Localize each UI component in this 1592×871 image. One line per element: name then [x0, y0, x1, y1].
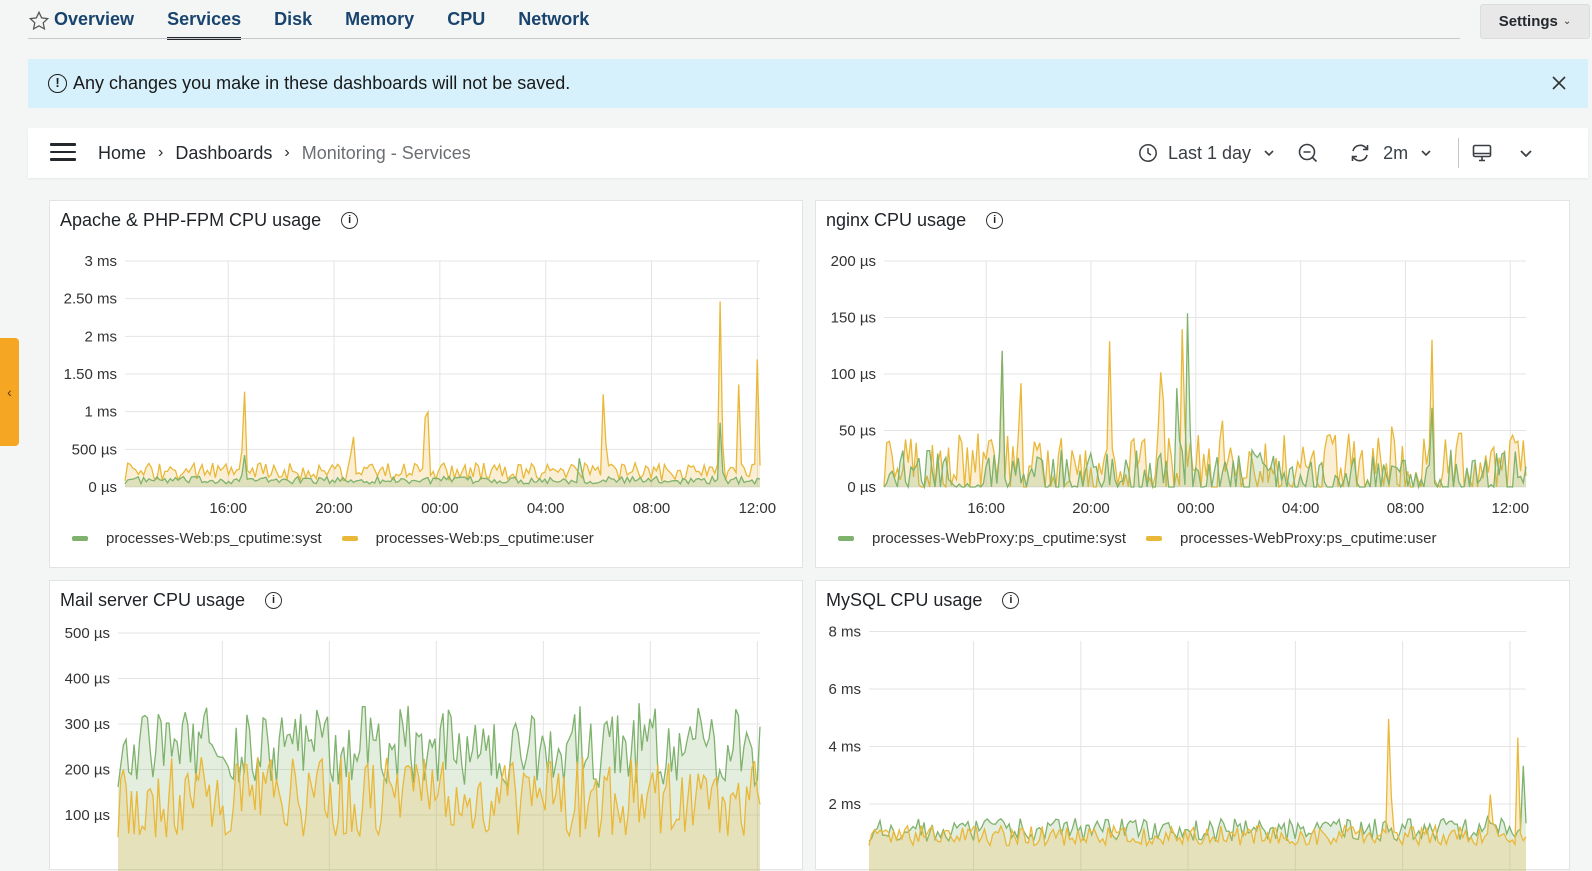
y-tick-label: 150 µs: [831, 310, 876, 327]
chevron-down-icon[interactable]: [1519, 146, 1533, 160]
star-icon[interactable]: [28, 10, 50, 32]
panel-mail-cpu: Mail server CPU usage i 100 µs 200 µs 300 µ…: [49, 580, 803, 871]
y-tick-label: 500 µs: [65, 625, 110, 642]
banner-text: Any changes you make in these dashboards…: [73, 73, 571, 93]
nav-divider: [28, 38, 1460, 39]
panel-chart: 2 ms 4 ms 6 ms 8 ms: [828, 624, 1527, 871]
close-icon[interactable]: [1548, 72, 1570, 94]
y-tick-label: 4 ms: [828, 739, 861, 756]
panel-apache-cpu: Apache & PHP-FPM CPU usage i 0 µs 500 µs 1 …: [49, 200, 803, 568]
time-range-picker[interactable]: Last 1 day: [1168, 143, 1251, 164]
x-tick-label: 12:00: [739, 500, 777, 517]
toolbar-divider: [1458, 138, 1460, 168]
breadcrumb-dashboards[interactable]: Dashboards: [175, 143, 272, 164]
dashboard-toolbar: Home › Dashboards › Monitoring - Service…: [28, 128, 1588, 178]
legend-item-user[interactable]: processes-WebProxy:ps_cputime:user: [1145, 530, 1437, 547]
breadcrumb-separator: ›: [284, 144, 290, 161]
y-tick-label: 2 ms: [84, 328, 117, 345]
legend-swatch: [1145, 536, 1162, 541]
y-tick-label: 2.50 ms: [64, 291, 117, 308]
chevron-down-icon[interactable]: [1420, 147, 1432, 159]
top-nav: Overview Services Disk Memory CPU Networ…: [0, 0, 1592, 42]
legend-swatch: [341, 536, 358, 541]
legend-item-syst[interactable]: processes-WebProxy:ps_cputime:syst: [838, 530, 1126, 547]
y-tick-label: 300 µs: [65, 716, 110, 733]
legend-label: processes-Web:ps_cputime:syst: [106, 530, 322, 547]
tab-overview[interactable]: Overview: [54, 0, 134, 40]
y-tick-label: 2 ms: [828, 796, 861, 813]
breadcrumb-separator: ›: [158, 144, 164, 161]
series-area-user: [125, 301, 760, 487]
panel-chart: 0 µs 500 µs 1 ms 1.50 ms 2 ms 2.50 ms 3 ms 16:0…: [64, 253, 777, 517]
breadcrumb-current: Monitoring - Services: [301, 142, 471, 163]
y-tick-label: 500 µs: [72, 441, 117, 458]
y-tick-label: 1 ms: [84, 404, 117, 421]
legend-label: processes-WebProxy:ps_cputime:syst: [872, 530, 1126, 547]
chart-legend: processes-Web:ps_cputime:syst processes-…: [72, 530, 614, 547]
notice-banner: ! Any changes you make in these dashboar…: [28, 59, 1588, 108]
tab-cpu[interactable]: CPU: [447, 0, 485, 40]
x-tick-label: 20:00: [315, 500, 353, 517]
panel-chart: 0 µs 50 µs 100 µs 150 µs 200 µs 16:00 20:00 00:…: [831, 253, 1530, 517]
x-tick-label: 20:00: [1072, 500, 1110, 517]
chevron-left-icon: ‹: [7, 384, 12, 400]
x-tick-label: 00:00: [421, 500, 459, 517]
legend-swatch: [838, 536, 854, 541]
y-tick-label: 200 µs: [65, 762, 110, 779]
clock-icon[interactable]: [1138, 143, 1158, 163]
legend-item-syst[interactable]: processes-Web:ps_cputime:syst: [72, 530, 322, 547]
tab-network[interactable]: Network: [518, 0, 589, 40]
y-tick-label: 8 ms: [828, 624, 861, 641]
series-area-user: [869, 718, 1526, 871]
tab-services[interactable]: Services: [167, 0, 242, 40]
refresh-interval[interactable]: 2m: [1383, 143, 1408, 164]
y-tick-label: 1.50 ms: [64, 366, 117, 383]
breadcrumb-home[interactable]: Home: [98, 143, 146, 164]
tab-memory[interactable]: Memory: [345, 0, 414, 40]
y-tick-label: 6 ms: [828, 681, 861, 698]
time-controls: Last 1 day 2m: [1138, 128, 1533, 178]
x-tick-label: 12:00: [1492, 500, 1530, 517]
chart-legend: processes-WebProxy:ps_cputime:syst proce…: [838, 530, 1456, 547]
series-line-user: [124, 301, 761, 482]
monitor-icon[interactable]: [1471, 142, 1493, 164]
x-tick-label: 16:00: [967, 500, 1005, 517]
settings-label: Settings: [1498, 13, 1558, 30]
refresh-icon[interactable]: [1349, 142, 1371, 164]
legend-label: processes-WebProxy:ps_cputime:user: [1179, 530, 1437, 547]
y-tick-label: 0 µs: [847, 479, 876, 496]
y-tick-label: 200 µs: [831, 253, 876, 270]
legend-swatch: [72, 536, 88, 541]
tab-disk[interactable]: Disk: [274, 0, 312, 40]
y-tick-label: 50 µs: [839, 423, 876, 440]
x-tick-label: 08:00: [633, 500, 671, 517]
chevron-down-icon[interactable]: [1263, 147, 1275, 159]
info-icon: !: [48, 74, 67, 93]
panel-nginx-cpu: nginx CPU usage i 0 µs 50 µs 100 µs 150 µs 20…: [815, 200, 1570, 568]
x-tick-label: 16:00: [209, 500, 247, 517]
x-tick-label: 08:00: [1387, 500, 1425, 517]
x-tick-label: 04:00: [1282, 500, 1320, 517]
nav-tabs: Overview Services Disk Memory CPU Networ…: [54, 0, 622, 40]
x-tick-label: 04:00: [527, 500, 565, 517]
y-tick-label: 3 ms: [84, 253, 117, 270]
y-tick-label: 100 µs: [65, 807, 110, 824]
y-tick-label: 100 µs: [831, 366, 876, 383]
y-tick-label: 0 µs: [88, 479, 117, 496]
legend-label: processes-Web:ps_cputime:user: [375, 530, 594, 547]
panel-mysql-cpu: MySQL CPU usage i 2 ms 4 ms 6 ms 8 ms: [815, 580, 1570, 871]
y-tick-label: 400 µs: [65, 671, 110, 688]
panel-chart: 100 µs 200 µs 300 µs 400 µs 500 µs: [65, 625, 761, 871]
settings-button[interactable]: Settings ⌄: [1480, 4, 1590, 39]
x-tick-label: 00:00: [1177, 500, 1215, 517]
breadcrumb: Home › Dashboards › Monitoring - Service…: [98, 128, 471, 178]
menu-icon[interactable]: [50, 143, 76, 163]
sidebar-toggle[interactable]: ‹: [0, 338, 19, 446]
zoom-out-icon[interactable]: [1297, 142, 1319, 164]
chevron-down-icon: ⌄: [1562, 16, 1572, 27]
legend-item-user[interactable]: processes-Web:ps_cputime:user: [341, 530, 594, 547]
